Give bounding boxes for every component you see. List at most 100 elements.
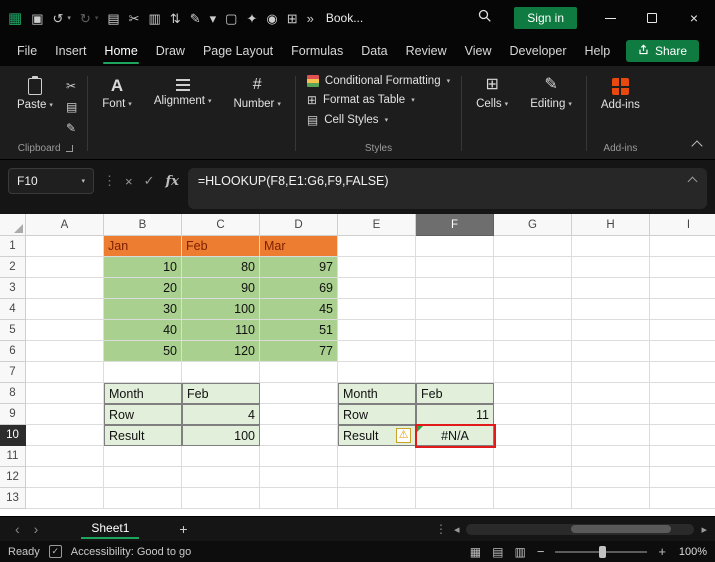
editing-button[interactable]: ✎ Editing ▾ (523, 70, 579, 111)
row-header-10[interactable]: 10 (0, 425, 26, 446)
cut-icon[interactable]: ✂ (66, 79, 77, 93)
cell-A12[interactable] (26, 467, 104, 488)
cell-F3[interactable] (416, 278, 494, 299)
row-header-11[interactable]: 11 (0, 446, 26, 467)
cell-I13[interactable] (650, 488, 715, 509)
cell-H13[interactable] (572, 488, 650, 509)
cell-D6[interactable]: 77 (260, 341, 338, 362)
scroll-right-button[interactable]: ▸ (701, 523, 707, 536)
cell-B2[interactable]: 10 (104, 257, 182, 278)
save-icon[interactable]: ▣ (31, 12, 43, 25)
cell-G5[interactable] (494, 320, 572, 341)
row-header-5[interactable]: 5 (0, 320, 26, 341)
redo-icon[interactable]: ↻ (80, 12, 91, 25)
cell-C11[interactable] (182, 446, 260, 467)
cell-C3[interactable]: 90 (182, 278, 260, 299)
cell-B3[interactable]: 20 (104, 278, 182, 299)
sheet-tab-sheet1[interactable]: Sheet1 (77, 518, 143, 540)
cell-F4[interactable] (416, 299, 494, 320)
pin-icon[interactable]: ✦ (246, 12, 257, 25)
page-break-view-button[interactable]: ▥ (514, 545, 525, 559)
cell-H5[interactable] (572, 320, 650, 341)
cell-C1[interactable]: Feb (182, 236, 260, 257)
undo-icon[interactable]: ↺ (52, 12, 63, 25)
cell-I9[interactable] (650, 404, 715, 425)
column-header-D[interactable]: D (260, 214, 338, 236)
cell-G2[interactable] (494, 257, 572, 278)
row-header-6[interactable]: 6 (0, 341, 26, 362)
menu-home[interactable]: Home (95, 38, 146, 64)
cell-D12[interactable] (260, 467, 338, 488)
cell-D2[interactable]: 97 (260, 257, 338, 278)
menu-developer[interactable]: Developer (501, 38, 576, 64)
cell-I6[interactable] (650, 341, 715, 362)
cell-E9[interactable]: Row (338, 404, 416, 425)
format-as-table-button[interactable]: ⊞ Format as Table ▾ (303, 90, 419, 110)
insert-function-button[interactable]: fx (166, 174, 179, 189)
cell-D3[interactable]: 69 (260, 278, 338, 299)
cell-D13[interactable] (260, 488, 338, 509)
cell-E12[interactable] (338, 467, 416, 488)
cell-H11[interactable] (572, 446, 650, 467)
zoom-slider-thumb[interactable] (599, 545, 607, 558)
menu-formulas[interactable]: Formulas (282, 38, 352, 64)
cells-button[interactable]: ⊞ Cells ▾ (469, 70, 515, 111)
cell-A2[interactable] (26, 257, 104, 278)
cell-E8[interactable]: Month (338, 383, 416, 404)
cell-H7[interactable] (572, 362, 650, 383)
cell-I7[interactable] (650, 362, 715, 383)
cell-G11[interactable] (494, 446, 572, 467)
next-sheet-button[interactable]: › (27, 521, 46, 537)
prev-sheet-button[interactable]: ‹ (8, 521, 27, 537)
menu-insert[interactable]: Insert (46, 38, 95, 64)
cell-A10[interactable] (26, 425, 104, 446)
cell-D10[interactable] (260, 425, 338, 446)
minimize-button[interactable] (589, 0, 631, 36)
cell-H4[interactable] (572, 299, 650, 320)
cell-I11[interactable] (650, 446, 715, 467)
new-file-icon[interactable]: ▢ (225, 12, 237, 25)
row-header-8[interactable]: 8 (0, 383, 26, 404)
cell-E5[interactable] (338, 320, 416, 341)
cell-A5[interactable] (26, 320, 104, 341)
paste-button[interactable]: Paste ▾ (10, 70, 60, 111)
cell-G1[interactable] (494, 236, 572, 257)
camera-icon[interactable]: ◉ (266, 12, 277, 25)
cell-E3[interactable] (338, 278, 416, 299)
column-header-B[interactable]: B (104, 214, 182, 236)
row-header-13[interactable]: 13 (0, 488, 26, 509)
cell-G12[interactable] (494, 467, 572, 488)
number-button[interactable]: # Number ▾ (226, 70, 287, 111)
cell-I8[interactable] (650, 383, 715, 404)
cell-F6[interactable] (416, 341, 494, 362)
row-header-3[interactable]: 3 (0, 278, 26, 299)
formula-input[interactable]: =HLOOKUP(F8,E1:G6,F9,FALSE) (187, 168, 707, 209)
copy-icon[interactable]: ▤ (107, 12, 119, 25)
cell-H9[interactable] (572, 404, 650, 425)
row-header-4[interactable]: 4 (0, 299, 26, 320)
cell-H8[interactable] (572, 383, 650, 404)
scroll-left-button[interactable]: ◂ (454, 523, 460, 536)
draw-icon[interactable]: ✎ (190, 12, 201, 25)
cell-D4[interactable]: 45 (260, 299, 338, 320)
cell-H10[interactable] (572, 425, 650, 446)
column-header-G[interactable]: G (494, 214, 572, 236)
cell-E4[interactable] (338, 299, 416, 320)
share-button[interactable]: Share (625, 40, 699, 62)
cell-A4[interactable] (26, 299, 104, 320)
cell-E13[interactable] (338, 488, 416, 509)
cut-icon[interactable]: ✂ (129, 12, 140, 25)
select-all-corner[interactable] (0, 214, 26, 236)
cell-D5[interactable]: 51 (260, 320, 338, 341)
page-layout-view-button[interactable]: ▤ (492, 545, 503, 559)
cell-C8[interactable]: Feb (182, 383, 260, 404)
overflow-icon[interactable]: » (307, 12, 314, 25)
cell-G6[interactable] (494, 341, 572, 362)
cell-I2[interactable] (650, 257, 715, 278)
cell-F11[interactable] (416, 446, 494, 467)
enter-button[interactable]: ✓ (144, 173, 155, 189)
cell-I12[interactable] (650, 467, 715, 488)
cell-F8[interactable]: Feb (416, 383, 494, 404)
cell-I4[interactable] (650, 299, 715, 320)
column-header-E[interactable]: E (338, 214, 416, 236)
